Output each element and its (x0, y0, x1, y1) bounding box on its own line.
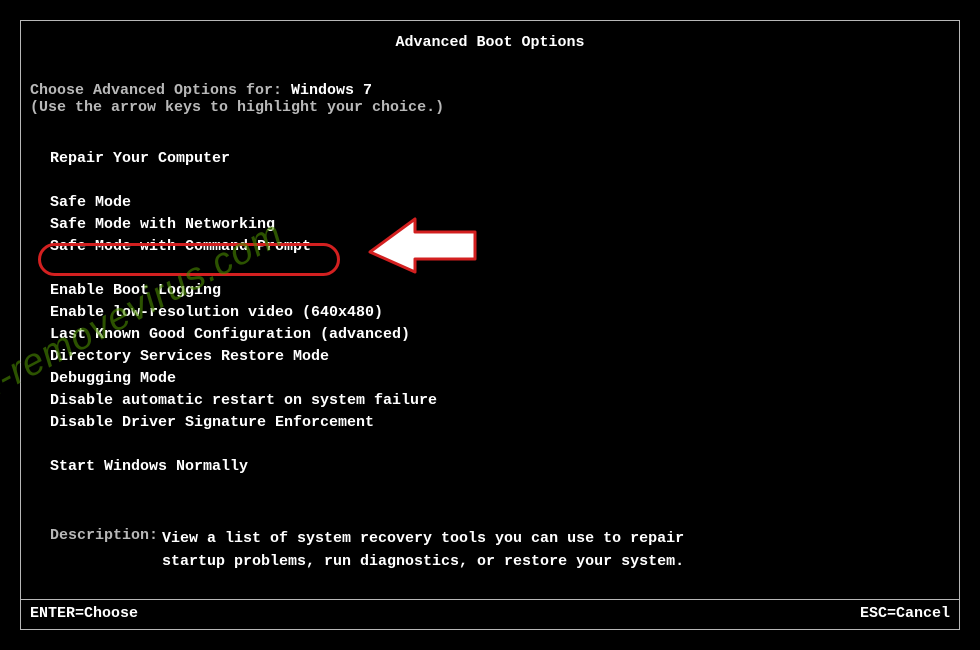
footer-esc: ESC=Cancel (860, 605, 950, 622)
boot-menu: Repair Your Computer Safe Mode Safe Mode… (50, 148, 437, 500)
menu-item-repair[interactable]: Repair Your Computer (50, 148, 437, 170)
menu-group-repair: Repair Your Computer (50, 148, 437, 170)
menu-item-boot-logging[interactable]: Enable Boot Logging (50, 280, 437, 302)
menu-item-disable-driver-sig[interactable]: Disable Driver Signature Enforcement (50, 412, 437, 434)
description-text: View a list of system recovery tools you… (162, 527, 732, 573)
description-label: Description: (50, 527, 162, 573)
menu-item-last-known-good[interactable]: Last Known Good Configuration (advanced) (50, 324, 437, 346)
footer-enter: ENTER=Choose (30, 605, 138, 622)
menu-item-start-normal[interactable]: Start Windows Normally (50, 456, 437, 478)
menu-group-normal: Start Windows Normally (50, 456, 437, 478)
menu-item-disable-auto-restart[interactable]: Disable automatic restart on system fail… (50, 390, 437, 412)
os-label: Windows 7 (291, 82, 372, 99)
instruction-block: Choose Advanced Options for: Windows 7 (… (30, 82, 444, 116)
menu-group-advanced: Enable Boot Logging Enable low-resolutio… (50, 280, 437, 434)
menu-item-low-res[interactable]: Enable low-resolution video (640x480) (50, 302, 437, 324)
menu-item-ds-restore[interactable]: Directory Services Restore Mode (50, 346, 437, 368)
footer-bar: ENTER=Choose ESC=Cancel (30, 605, 950, 622)
arrow-annotation-icon (360, 207, 480, 277)
menu-item-debugging[interactable]: Debugging Mode (50, 368, 437, 390)
instruction-prefix: Choose Advanced Options for: (30, 82, 291, 99)
footer-divider (21, 599, 959, 600)
instruction-hint: (Use the arrow keys to highlight your ch… (30, 99, 444, 116)
page-title: Advanced Boot Options (0, 34, 980, 51)
description-block: Description: View a list of system recov… (50, 527, 732, 573)
highlight-annotation (38, 243, 340, 276)
